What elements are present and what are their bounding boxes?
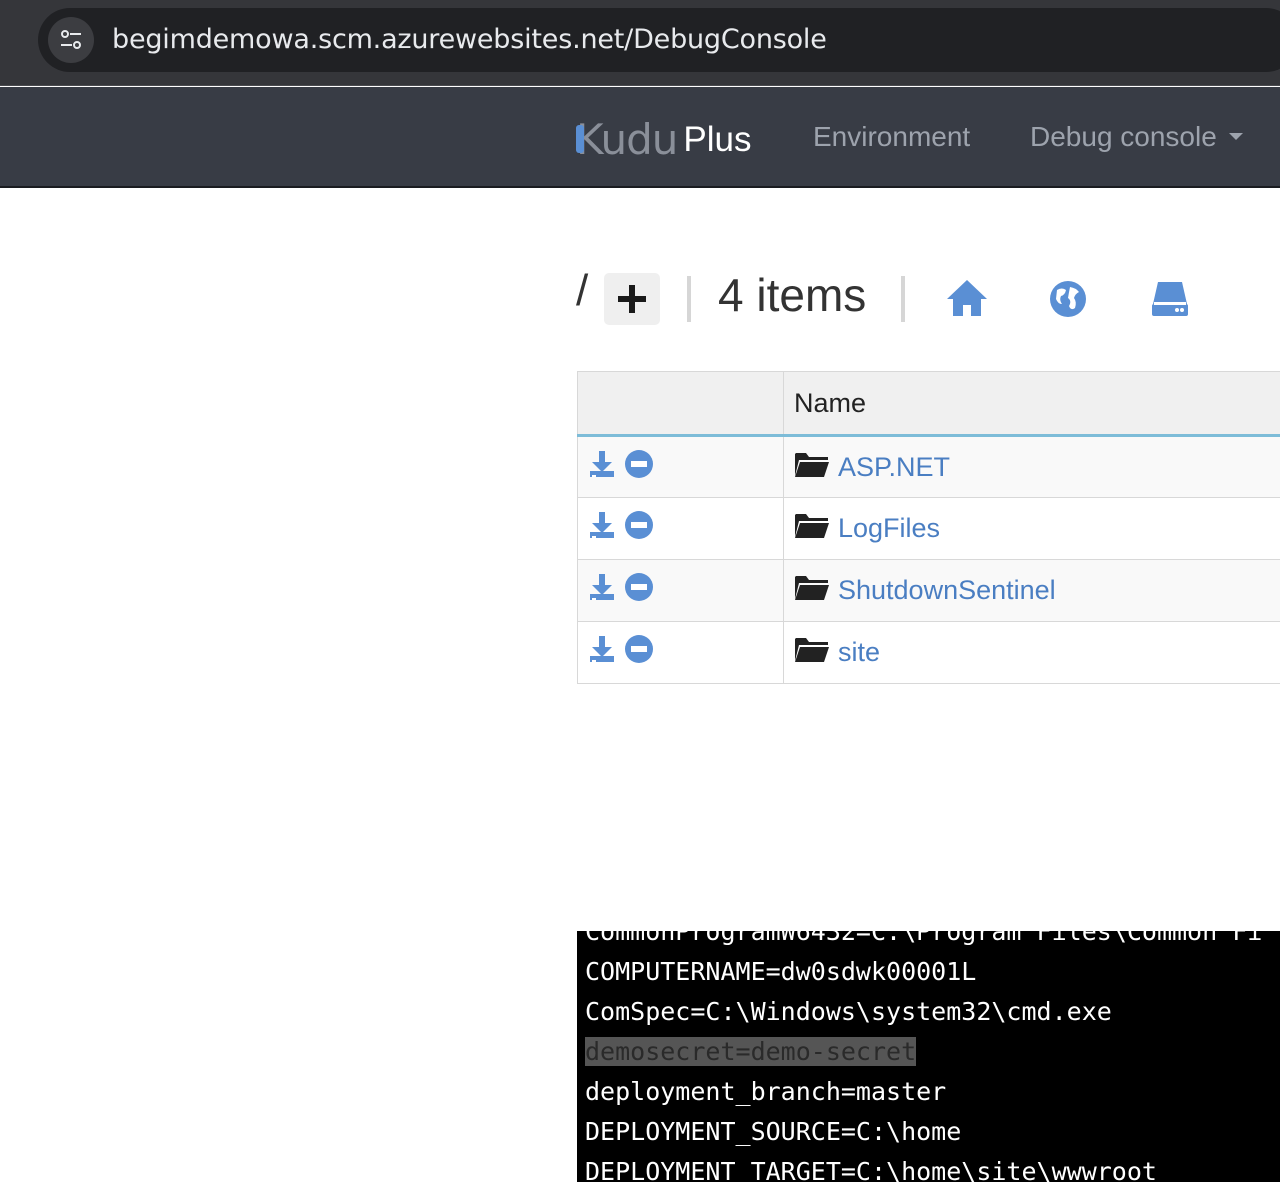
console-line: DEPLOYMENT_TARGET=C:\home\site\wwwroot [585,1152,1157,1182]
folder-open-icon [794,511,830,546]
row-actions [577,621,784,684]
url-text[interactable]: begimdemowa.scm.azurewebsites.net/DebugC… [112,24,827,55]
console-line: DEPLOYMENT_SOURCE=C:\home [585,1112,961,1152]
brand-plus-text: Plus [683,120,752,159]
console-line-text: deployment_branch=master [585,1077,947,1106]
address-bar[interactable]: begimdemowa.scm.azurewebsites.net/DebugC… [38,8,1280,72]
breadcrumb-root[interactable]: / [576,266,588,316]
folder-open-icon [794,573,830,608]
globe-icon[interactable] [1048,278,1088,323]
download-icon[interactable] [588,449,616,486]
row-actions [577,559,784,622]
folder-link[interactable]: site [838,637,880,668]
download-icon[interactable] [588,634,616,671]
nav-environment-label: Environment [813,121,971,152]
console-line: CommonProgramW6432=C:\Program Files\Comm… [585,931,1262,952]
table-row: LogFiles [577,497,1280,560]
console-line: demosecret=demo-secret [585,1032,917,1072]
breadcrumb: / 4 items [576,266,1280,330]
name-cell: ASP.NET [783,435,1280,498]
table-header-row: Name [577,371,1280,437]
name-cell: site [783,621,1280,684]
brand-logo[interactable]: Kudu Plus [576,113,751,163]
divider [901,276,905,322]
debug-console-output[interactable]: CommonProgramW6432=C:\Program Files\Comm… [577,931,1280,1182]
download-icon[interactable] [588,510,616,547]
table-row: ASP.NET [577,435,1280,498]
divider [687,276,691,322]
folder-link[interactable]: ASP.NET [838,452,950,483]
table-row: site [577,621,1280,684]
item-count: 4 items [718,269,867,321]
console-line: ComSpec=C:\Windows\system32\cmd.exe [585,992,1112,1032]
folder-open-icon [794,450,830,485]
file-table: Name ASP.NET LogFiles ShutdownSentinel s… [577,371,1280,684]
row-actions [577,497,784,560]
nav-debug-console-label: Debug console [1030,121,1217,152]
delete-icon[interactable] [624,449,654,486]
delete-icon[interactable] [624,572,654,609]
console-line-text: COMPUTERNAME=dw0sdwk00001L [585,957,977,986]
add-button[interactable] [604,273,660,325]
console-line: deployment_branch=master [585,1072,946,1112]
download-icon[interactable] [588,572,616,609]
browser-toolbar: begimdemowa.scm.azurewebsites.net/DebugC… [0,0,1280,86]
console-line: COMPUTERNAME=dw0sdwk00001L [585,952,976,992]
delete-icon[interactable] [624,510,654,547]
kudu-navbar: Kudu Plus Environment Debug console [0,87,1280,188]
name-column-header[interactable]: Name [783,371,1280,437]
console-line-text: ComSpec=C:\Windows\system32\cmd.exe [585,997,1112,1026]
nav-debug-console-dropdown[interactable]: Debug console [1030,121,1243,153]
folder-open-icon [794,635,830,670]
folder-link[interactable]: LogFiles [838,513,940,544]
actions-column-header [577,371,784,437]
folder-link[interactable]: ShutdownSentinel [838,575,1056,606]
plus-icon-bar [618,296,646,302]
name-cell: ShutdownSentinel [783,559,1280,622]
table-row: ShutdownSentinel [577,559,1280,622]
console-line-text: demosecret=demo-secret [585,1037,917,1066]
name-cell: LogFiles [783,497,1280,560]
home-icon[interactable] [946,278,988,323]
console-line-text: DEPLOYMENT_TARGET=C:\home\site\wwwroot [585,1157,1157,1182]
delete-icon[interactable] [624,634,654,671]
brand-kudu-text: Kudu [576,115,678,164]
caret-down-icon [1228,133,1243,141]
console-line-text: CommonProgramW6432=C:\Program Files\Comm… [585,931,1263,946]
brand-mark-icon [576,125,584,153]
tune-icon [61,30,81,49]
drive-icon[interactable] [1150,278,1190,323]
row-actions [577,435,784,498]
nav-environment[interactable]: Environment [813,121,970,153]
console-line-text: DEPLOYMENT_SOURCE=C:\home [585,1117,962,1146]
site-info-button[interactable] [48,17,94,63]
